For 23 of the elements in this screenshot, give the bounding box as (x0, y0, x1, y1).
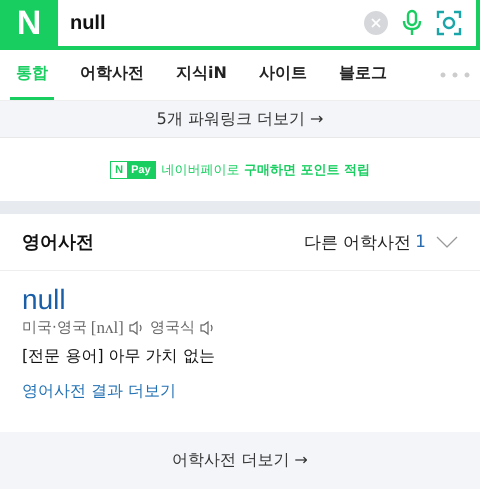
lens-button[interactable] (436, 10, 462, 36)
npay-logo: N Pay (110, 160, 156, 178)
phonetic-text: [nʌl] (90, 318, 124, 338)
chevron-down-icon (436, 236, 458, 248)
close-icon (364, 11, 388, 35)
section-title: 영어사전 (22, 231, 94, 254)
other-dictionaries-button[interactable]: 다른 어학사전 1 (304, 230, 458, 254)
tab[interactable]: 블로그 (332, 50, 393, 100)
tab[interactable]: 어학사전 (74, 50, 150, 100)
definition-text: [전문 용어] 아무 가치 없는 (22, 346, 216, 367)
entry-word[interactable]: null (22, 285, 66, 316)
dictionary-more-link[interactable]: 영어사전 결과 더보기 (22, 380, 176, 402)
dictionary-more-link[interactable]: 어학사전 더보기 → (172, 450, 308, 471)
tab[interactable]: 지식iN (170, 50, 233, 100)
microphone-button[interactable] (402, 9, 422, 37)
microphone-icon (402, 9, 422, 37)
search-field[interactable]: null (58, 0, 476, 46)
search-input[interactable]: null (58, 10, 364, 36)
region-label: 미국·영국 (22, 318, 87, 338)
region-label: 영국식 (150, 318, 195, 338)
camera-icon (436, 10, 462, 36)
tab[interactable]: 사이트 (252, 50, 313, 100)
more-icon[interactable] (440, 72, 470, 78)
